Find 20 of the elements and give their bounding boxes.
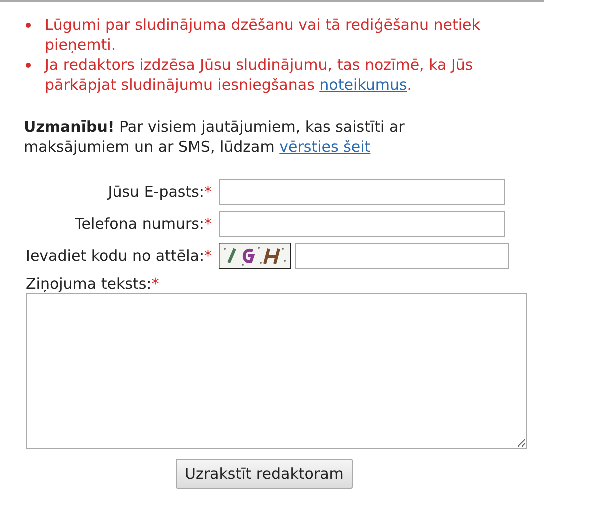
input-field[interactable] xyxy=(219,211,505,237)
required-mark: * xyxy=(204,215,212,233)
rule-text: Ja redaktors izdzēsa Jūsu sludinājumu, tas nozīmē, ka Jūs pārkāpjat sludinājumu iesniegšanas noteikumus. xyxy=(45,55,474,95)
required-mark: * xyxy=(204,247,212,265)
submit-button[interactable]: Uzrakstīt redaktoram xyxy=(176,459,353,489)
contact-link[interactable]: vērsties šeit xyxy=(280,138,371,156)
field-label: Telefona numurs: xyxy=(75,215,204,233)
required-mark: * xyxy=(204,183,212,201)
rule-text: Lūgumi par sludinājuma dzēšanu vai tā rediģēšanu netiek pieņemti. xyxy=(45,15,482,55)
required-mark: * xyxy=(152,275,160,293)
message-field[interactable] xyxy=(26,293,527,449)
input-field[interactable] xyxy=(219,179,505,205)
captcha-input-field[interactable] xyxy=(295,243,509,269)
bullet-icon xyxy=(26,63,31,68)
rules-link[interactable]: noteikumus xyxy=(320,76,408,94)
field-label: Ziņojuma teksts: xyxy=(26,275,152,293)
notice-text: Uzmanību! Par visiem jautājumiem, kas saistīti ar maksājumiem un ar SMS, lūdzam vērsties šeit xyxy=(24,117,406,157)
bullet-icon xyxy=(26,23,31,28)
field-label: Ievadiet kodu no attēla: xyxy=(26,247,204,265)
field-label: Jūsu E-pasts: xyxy=(108,183,204,201)
